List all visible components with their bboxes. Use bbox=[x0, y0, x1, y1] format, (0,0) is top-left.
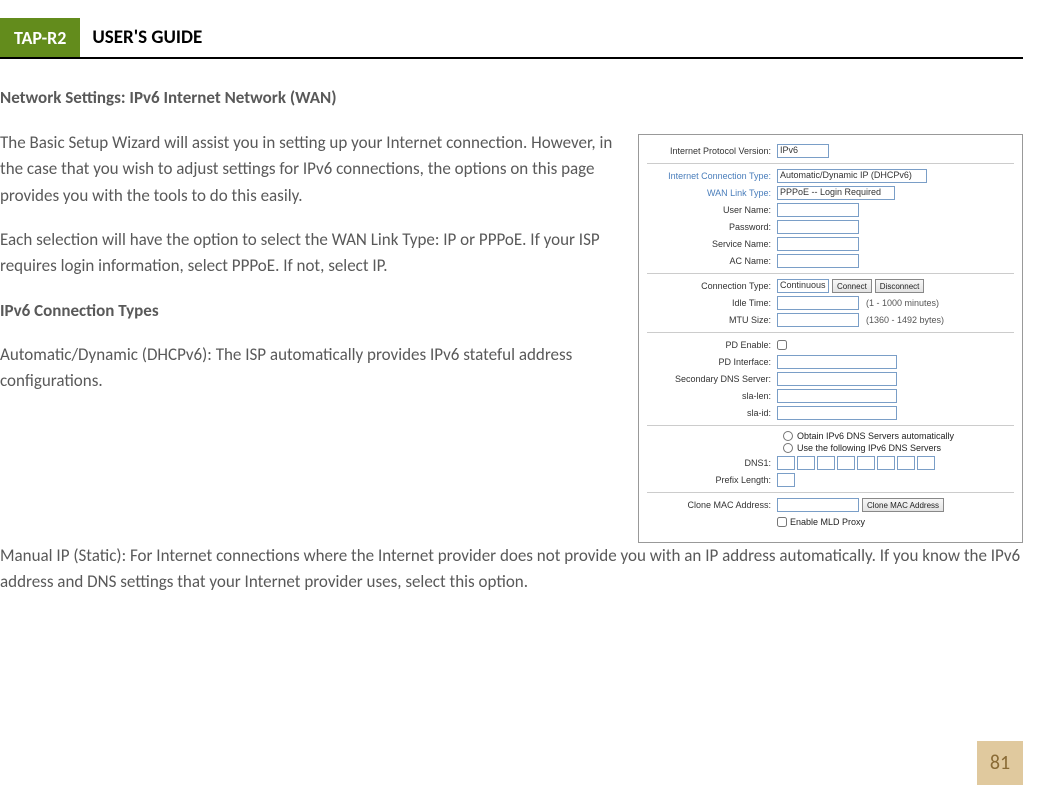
input-dns1-seg-3[interactable] bbox=[817, 456, 835, 470]
label-username: User Name: bbox=[647, 205, 777, 215]
label-idle: Idle Time: bbox=[647, 298, 777, 308]
select-conn-type[interactable]: Automatic/Dynamic IP (DHCPv6) bbox=[777, 169, 927, 183]
row-wan-link: WAN Link Type: PPPoE -- Login Required bbox=[647, 186, 1014, 200]
label-wan-link: WAN Link Type: bbox=[647, 188, 777, 198]
row-pd-interface: PD Interface: bbox=[647, 355, 1014, 369]
label-pd-interface: PD Interface: bbox=[647, 357, 777, 367]
label-ac: AC Name: bbox=[647, 256, 777, 266]
checkbox-pd-enable[interactable] bbox=[777, 340, 787, 350]
label-clone-mac: Clone MAC Address: bbox=[647, 500, 777, 510]
input-password[interactable] bbox=[777, 220, 859, 234]
row-ac: AC Name: bbox=[647, 254, 1014, 274]
select-ip-version[interactable]: IPv6 bbox=[777, 144, 829, 158]
hint-mtu: (1360 - 1492 bytes) bbox=[866, 315, 944, 325]
row-prefix-length: Prefix Length: bbox=[647, 473, 1014, 493]
input-pd-interface[interactable] bbox=[777, 355, 897, 369]
radio-dns-auto[interactable] bbox=[783, 431, 793, 441]
input-dns1-seg-2[interactable] bbox=[797, 456, 815, 470]
row-sla-id: sla-id: bbox=[647, 406, 1014, 426]
text-after-figure: Manual IP (Static): For Internet connect… bbox=[0, 543, 1023, 596]
input-service[interactable] bbox=[777, 237, 859, 251]
input-dns1-seg-5[interactable] bbox=[857, 456, 875, 470]
input-username[interactable] bbox=[777, 203, 859, 217]
page-content: Network Settings: IPv6 Internet Network … bbox=[0, 59, 1041, 596]
page-header: TAP-R2 USER'S GUIDE bbox=[0, 18, 1023, 59]
input-dns1-seg-8[interactable] bbox=[917, 456, 935, 470]
input-idle[interactable] bbox=[777, 296, 859, 310]
row-dns1: DNS1: bbox=[647, 456, 1014, 470]
body-wrap: The Basic Setup Wizard will assist you i… bbox=[0, 130, 1023, 543]
input-ac[interactable] bbox=[777, 254, 859, 268]
label-prefix-length: Prefix Length: bbox=[647, 475, 777, 485]
input-secondary-dns[interactable] bbox=[777, 372, 897, 386]
input-clone-mac[interactable] bbox=[777, 498, 859, 512]
row-sla-len: sla-len: bbox=[647, 389, 1014, 403]
row-pd-enable: PD Enable: bbox=[647, 338, 1014, 352]
paragraph-intro: The Basic Setup Wizard will assist you i… bbox=[0, 130, 620, 209]
product-badge: TAP-R2 bbox=[0, 18, 80, 57]
input-sla-len[interactable] bbox=[777, 389, 897, 403]
connect-button[interactable]: Connect bbox=[832, 279, 872, 293]
label-connection-mode: Connection Type: bbox=[647, 281, 777, 291]
row-conn-type: Internet Connection Type: Automatic/Dyna… bbox=[647, 169, 1014, 183]
row-connection-mode: Connection Type: Continuous Connect Disc… bbox=[647, 279, 1014, 293]
hint-idle: (1 - 1000 minutes) bbox=[866, 298, 939, 308]
label-conn-type: Internet Connection Type: bbox=[647, 171, 777, 181]
radio-dns-manual[interactable] bbox=[783, 443, 793, 453]
label-pd-enable: PD Enable: bbox=[647, 340, 777, 350]
paragraph-wan-link: Each selection will have the option to s… bbox=[0, 227, 620, 280]
input-dns1-seg-4[interactable] bbox=[837, 456, 855, 470]
row-mtu: MTU Size: (1360 - 1492 bytes) bbox=[647, 313, 1014, 333]
input-dns1-seg-1[interactable] bbox=[777, 456, 795, 470]
doc-title: USER'S GUIDE bbox=[80, 18, 214, 57]
dns-radio-block: Obtain IPv6 DNS Servers automatically Us… bbox=[647, 431, 1014, 453]
select-wan-link[interactable]: PPPoE -- Login Required bbox=[777, 186, 895, 200]
row-idle: Idle Time: (1 - 1000 minutes) bbox=[647, 296, 1014, 310]
input-prefix-length[interactable] bbox=[777, 473, 795, 487]
label-secondary-dns: Secondary DNS Server: bbox=[647, 374, 777, 384]
subheading-connection-types: IPv6 Connection Types bbox=[0, 298, 620, 324]
paragraph-static: Manual IP (Static): For Internet connect… bbox=[0, 543, 1023, 596]
clone-mac-button[interactable]: Clone MAC Address bbox=[862, 498, 944, 512]
row-service: Service Name: bbox=[647, 237, 1014, 251]
input-dns1-seg-7[interactable] bbox=[897, 456, 915, 470]
input-mtu[interactable] bbox=[777, 313, 859, 327]
dns1-segments bbox=[777, 456, 935, 470]
label-sla-id: sla-id: bbox=[647, 408, 777, 418]
row-clone-mac: Clone MAC Address: Clone MAC Address bbox=[647, 498, 1014, 512]
section-heading: Network Settings: IPv6 Internet Network … bbox=[0, 87, 1023, 108]
radio-label-dns-auto: Obtain IPv6 DNS Servers automatically bbox=[797, 431, 954, 441]
label-dns1: DNS1: bbox=[647, 458, 777, 468]
input-sla-id[interactable] bbox=[777, 406, 897, 420]
label-mtu: MTU Size: bbox=[647, 315, 777, 325]
label-sla-len: sla-len: bbox=[647, 391, 777, 401]
text-column: The Basic Setup Wizard will assist you i… bbox=[0, 130, 620, 543]
row-password: Password: bbox=[647, 220, 1014, 234]
figure-column: Internet Protocol Version: IPv6 Internet… bbox=[638, 130, 1023, 543]
disconnect-button[interactable]: Disconnect bbox=[875, 279, 925, 293]
row-mld: Enable MLD Proxy bbox=[647, 515, 1014, 529]
page-number: 81 bbox=[977, 741, 1023, 785]
label-service: Service Name: bbox=[647, 239, 777, 249]
label-ip-version: Internet Protocol Version: bbox=[647, 146, 777, 156]
select-connection-mode[interactable]: Continuous bbox=[777, 279, 829, 293]
paragraph-dhcpv6: Automatic/Dynamic (DHCPv6): The ISP auto… bbox=[0, 342, 620, 395]
config-screenshot: Internet Protocol Version: IPv6 Internet… bbox=[638, 134, 1023, 543]
label-mld-proxy: Enable MLD Proxy bbox=[790, 517, 865, 527]
row-secondary-dns: Secondary DNS Server: bbox=[647, 372, 1014, 386]
input-dns1-seg-6[interactable] bbox=[877, 456, 895, 470]
row-username: User Name: bbox=[647, 203, 1014, 217]
row-ip-version: Internet Protocol Version: IPv6 bbox=[647, 144, 1014, 164]
checkbox-mld-proxy[interactable] bbox=[777, 517, 787, 527]
radio-label-dns-manual: Use the following IPv6 DNS Servers bbox=[797, 443, 941, 453]
label-password: Password: bbox=[647, 222, 777, 232]
